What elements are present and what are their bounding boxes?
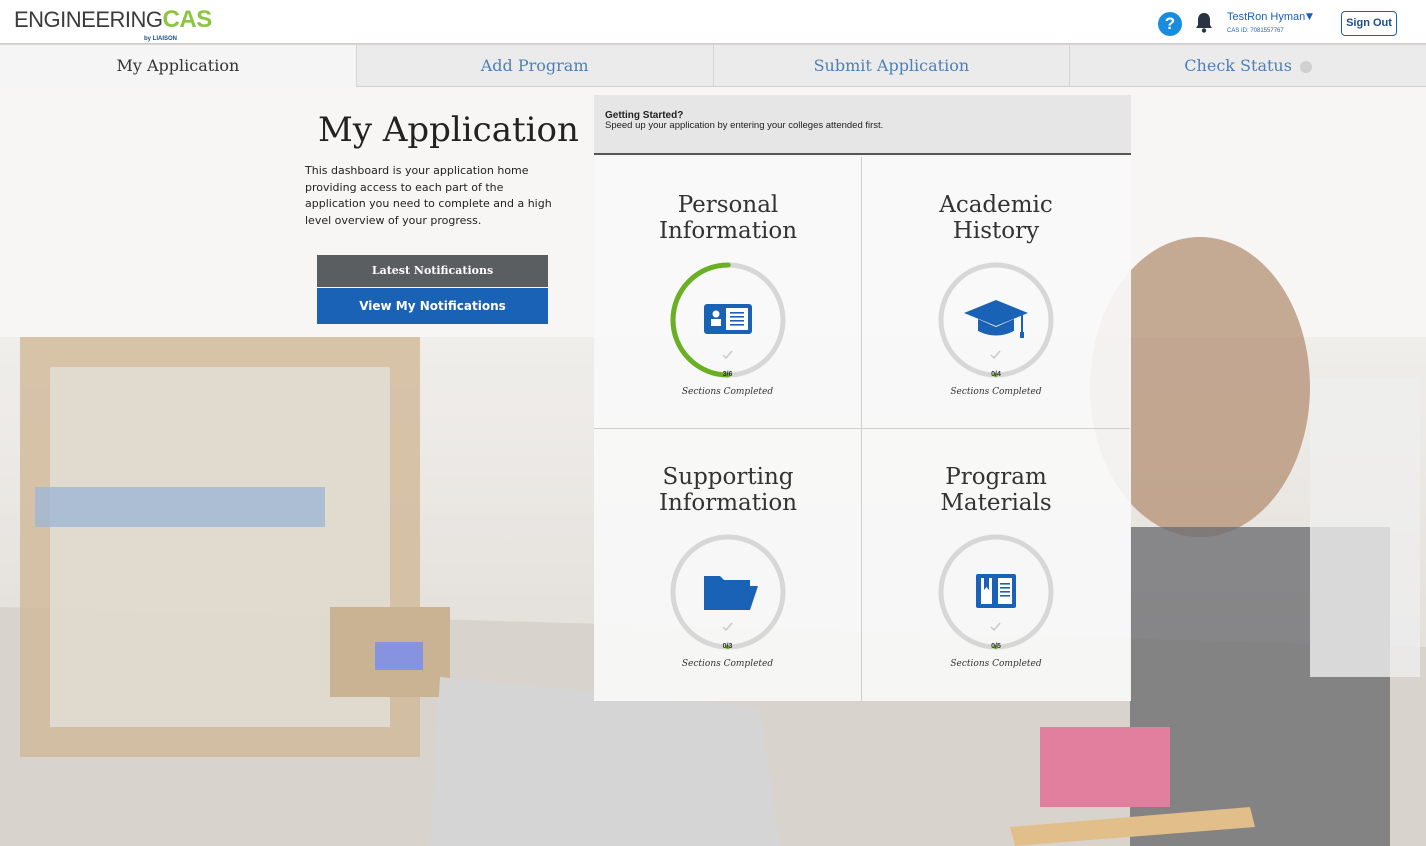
page-title: My Application: [318, 110, 579, 150]
tile-title: Personal Information: [658, 192, 798, 244]
tab-add-program[interactable]: Add Program: [356, 45, 714, 87]
latest-notifications-heading: Latest Notifications: [317, 255, 548, 287]
progress-count: 3/6: [722, 371, 733, 378]
bell-icon[interactable]: [1194, 11, 1214, 33]
folder-icon: [704, 576, 758, 610]
help-icon[interactable]: ?: [1158, 12, 1182, 36]
tile-program-materials[interactable]: Program Materials 0/5 Sections Completed: [862, 429, 1130, 701]
tab-my-application[interactable]: My Application: [0, 45, 357, 87]
tab-check-status-label: Check Status: [1184, 56, 1292, 75]
progress-count: 0/5: [991, 643, 1001, 650]
graduation-cap-icon: [964, 300, 1028, 338]
sections-completed-label: Sections Completed: [681, 387, 774, 397]
view-notifications-button[interactable]: View My Notifications: [317, 288, 548, 324]
tile-title: Academic History: [939, 192, 1053, 244]
application-sections-grid: Personal Information 3/6 Sections Comple…: [594, 157, 1131, 701]
progress-ring: [670, 534, 786, 650]
tile-title: Program Materials: [940, 464, 1052, 516]
sign-out-button[interactable]: Sign Out: [1341, 11, 1397, 36]
tile-academic-history[interactable]: Academic History 0/4 Sections Completed: [862, 157, 1130, 429]
status-check-icon: [1299, 60, 1312, 73]
intro-text: This dashboard is your application home …: [305, 164, 552, 227]
sections-completed-label: Sections Completed: [681, 659, 774, 669]
chevron-down-icon[interactable]: ▼: [1306, 12, 1313, 22]
progress-ring: [670, 262, 786, 378]
user-menu-name[interactable]: TestRon Hyman: [1227, 11, 1305, 23]
progress-ring: [938, 534, 1054, 650]
cas-id: CAS ID: 7081557767: [1227, 28, 1284, 34]
sections-completed-label: Sections Completed: [950, 659, 1042, 669]
main-nav-tabs: My Application Add Program Submit Applic…: [0, 45, 1426, 87]
getting-started-text: Speed up your application by entering yo…: [605, 120, 884, 131]
tab-check-status[interactable]: Check Status: [1070, 45, 1426, 87]
tab-submit-application[interactable]: Submit Application: [713, 45, 1071, 87]
tile-supporting-information[interactable]: Supporting Information 0/3 Sections Comp…: [594, 429, 862, 701]
id-card-icon: [704, 304, 752, 334]
tile-personal-information[interactable]: Personal Information 3/6 Sections Comple…: [594, 157, 862, 429]
tile-title: Supporting Information: [658, 464, 798, 516]
top-bar: ENGINEERINGCAS by LIAISON ? TestRon Hyma…: [0, 0, 1426, 44]
progress-count: 0/4: [991, 371, 1001, 378]
progress-ring: [938, 262, 1054, 378]
book-icon: [976, 574, 1016, 608]
getting-started-banner[interactable]: Getting Started? Speed up your applicati…: [594, 95, 1131, 155]
sections-completed-label: Sections Completed: [950, 387, 1042, 397]
progress-count: 0/3: [722, 643, 733, 650]
engineeringcas-logo[interactable]: ENGINEERINGCAS by LIAISON: [14, 8, 212, 43]
